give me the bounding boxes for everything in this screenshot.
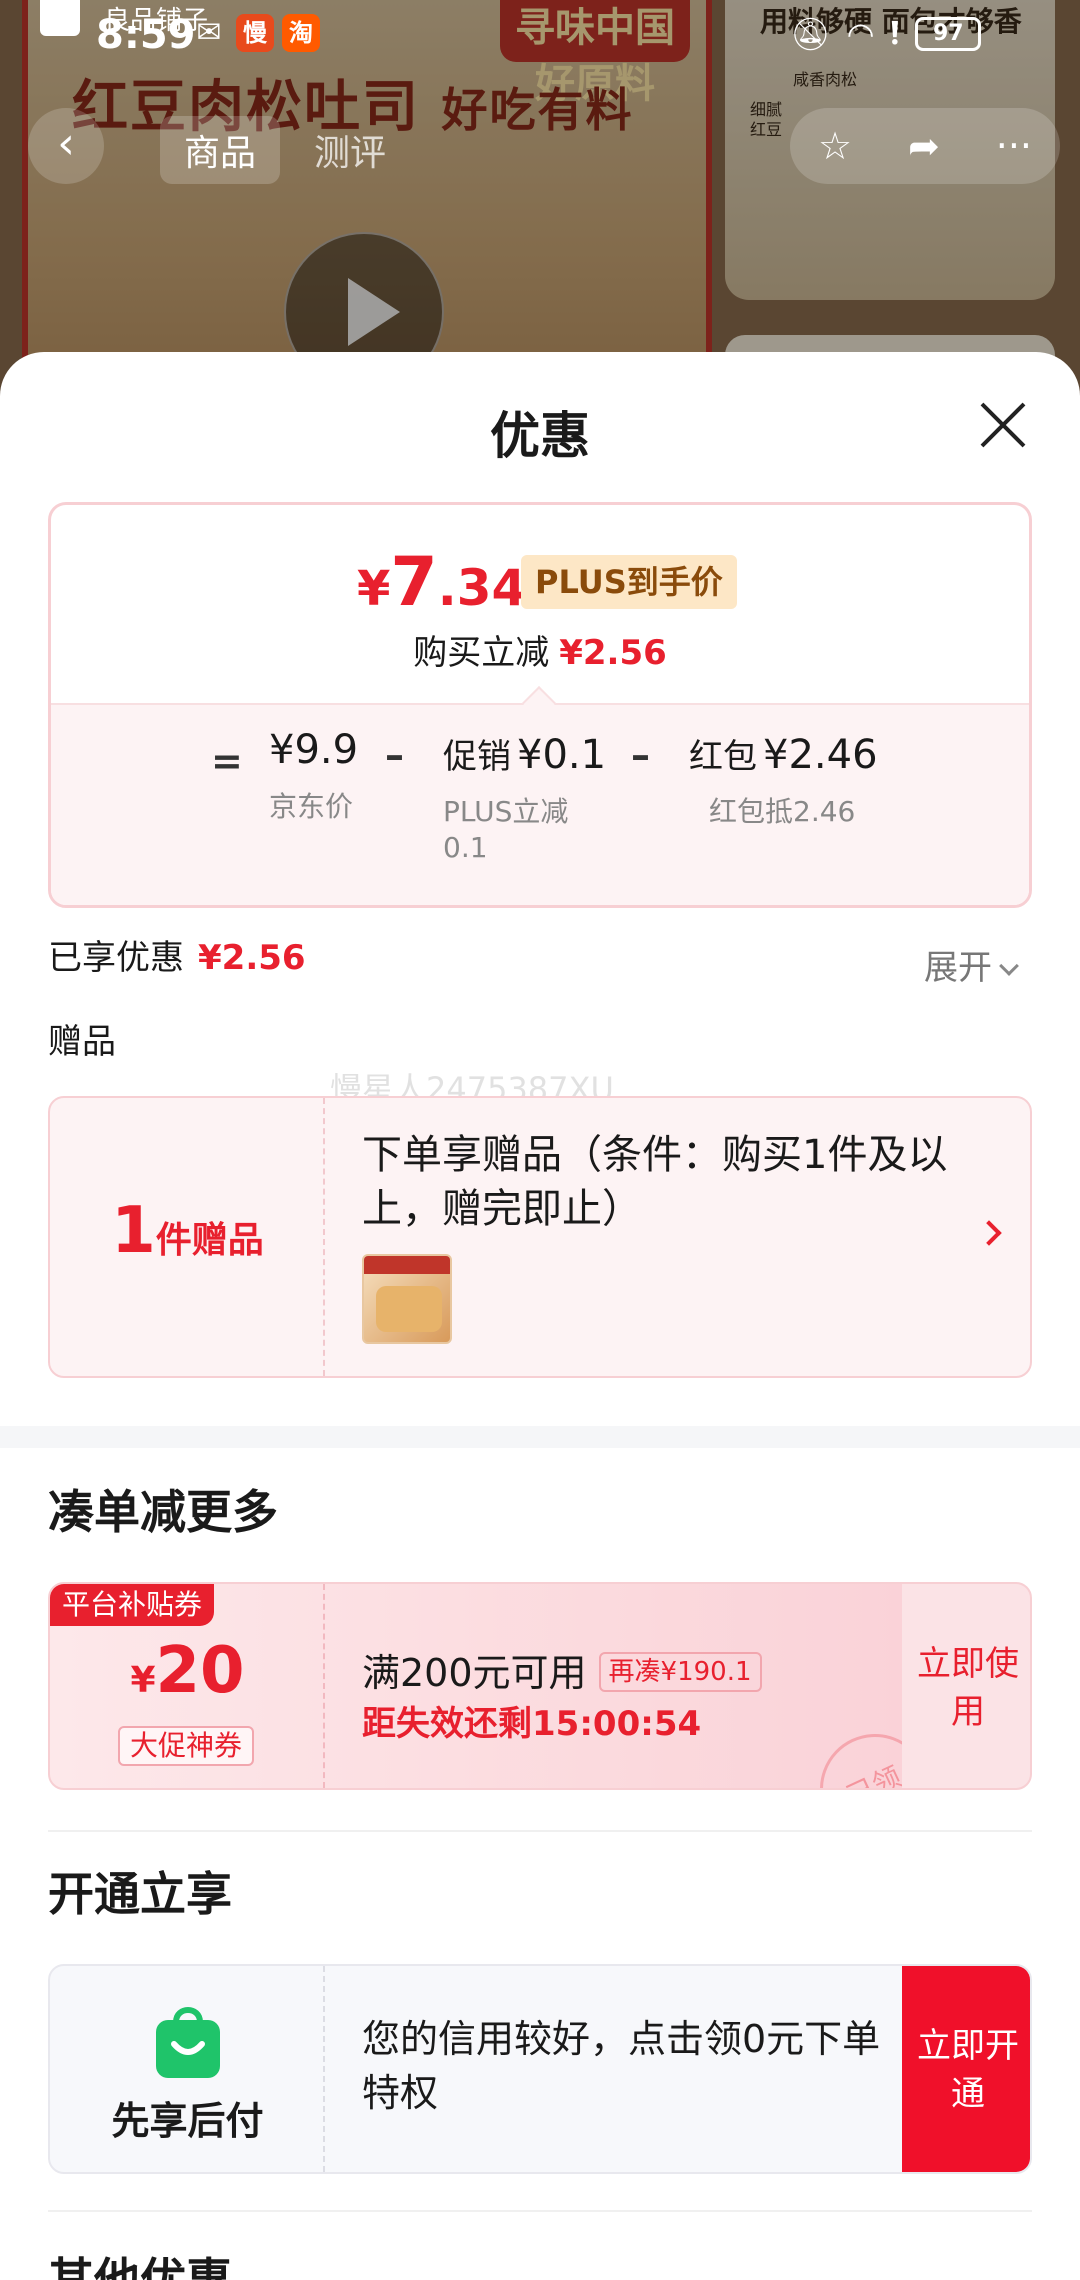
coupon-condition: 满200元可用 再凑¥190.1: [362, 1642, 762, 1697]
coupon-countdown: 距失效还剩15:00:54: [362, 1704, 702, 1744]
other-section-title: 其他优惠: [48, 2253, 232, 2280]
status-notification-icons: ✉ 慢 淘: [190, 14, 320, 52]
bnpl-name: 先享后付: [111, 2099, 264, 2143]
coupon-amount: ¥20: [130, 1634, 245, 1708]
alert-icon: ❗︎: [890, 14, 900, 52]
plus-price-badge: PLUS到手价: [521, 555, 737, 609]
bnpl-description: 您的信用较好，点击领0元下单特权: [362, 2017, 881, 2115]
battery-icon: 97: [915, 16, 982, 51]
final-price: ¥7.34: [357, 543, 527, 622]
more-icon[interactable]: ···: [996, 124, 1032, 168]
use-coupon-button[interactable]: 立即使用: [902, 1584, 1030, 1788]
status-bar: 8:59 ✉ 慢 淘 🔕︎ ◠ ❗︎ 97: [0, 0, 1080, 72]
back-button[interactable]: ‹: [28, 108, 104, 184]
status-system-icons: 🔕︎ ◠ ❗︎ 97: [790, 14, 982, 53]
discount-sheet: 优惠 ¥7.34 PLUS到手价 购买立减 ¥2.56 = ¥9.9 京东价 – …: [0, 352, 1080, 2280]
calc-promo: 促销 ¥0.1 PLUS立减0.1: [443, 732, 607, 864]
bnpl-card[interactable]: 先享后付 您的信用较好，点击领0元下单特权 立即开通: [48, 1964, 1032, 2174]
coupon-add-more-tag: 再凑¥190.1: [598, 1652, 762, 1692]
gift-condition-text: 下单享赠品（条件：购买1件及以上，赠完即止）: [362, 1132, 948, 1232]
chevron-right-icon: [976, 1220, 1002, 1246]
chevron-down-icon: [999, 956, 1019, 976]
gift-count: 1件赠品: [111, 1194, 264, 1268]
nav-action-group: ☆ ➦ ···: [790, 108, 1060, 184]
bell-muted-icon: 🔕︎: [790, 14, 831, 53]
favorite-star-icon[interactable]: ☆: [818, 124, 852, 168]
activate-bnpl-button[interactable]: 立即开通: [902, 1966, 1030, 2172]
wifi-icon: ◠: [846, 14, 875, 53]
gift-card[interactable]: 1件赠品 下单享赠品（条件：购买1件及以上，赠完即止）: [48, 1096, 1032, 1378]
coupon-type-tag: 大促神券: [118, 1726, 255, 1766]
shopping-bag-icon: [156, 2007, 220, 2078]
tab-product[interactable]: 商品: [160, 116, 281, 184]
bnpl-section-title: 开通立享: [48, 1867, 232, 1921]
tab-review[interactable]: 测评: [290, 116, 410, 184]
price-breakdown-card: ¥7.34 PLUS到手价 购买立减 ¥2.56 = ¥9.9 京东价 – 促销 ¥…: [48, 502, 1032, 908]
close-icon[interactable]: [976, 398, 1030, 452]
price-summary: ¥7.34 PLUS到手价 购买立减 ¥2.56: [51, 505, 1029, 703]
gift-thumbnail[interactable]: [362, 1254, 452, 1344]
wechat-icon: ✉: [196, 15, 222, 50]
enjoyed-discount: 已享优惠 ¥2.56: [48, 938, 306, 978]
taobao-icon: 淘: [282, 14, 320, 52]
product-tabs: 商品 测评: [160, 116, 410, 184]
app-man-icon: 慢: [236, 14, 274, 52]
equals-sign: =: [211, 739, 243, 783]
gift-count-panel: 1件赠品: [50, 1098, 325, 1376]
coupon-flag: 平台补贴券: [50, 1584, 215, 1626]
bnpl-brand-panel: 先享后付: [50, 1966, 325, 2172]
gift-section-title: 赠品: [48, 1022, 116, 1062]
sheet-title: 优惠: [490, 407, 590, 465]
minus-sign-2: –: [631, 733, 650, 777]
expand-button[interactable]: 展开: [924, 940, 1019, 989]
coupon-section-title: 凑单减更多: [48, 1485, 278, 1539]
calc-jd-price: ¥9.9 京东价: [269, 727, 359, 823]
coupon-card[interactable]: 平台补贴券 ¥20 大促神券 满200元可用 再凑¥190.1 距失效还剩15:0…: [48, 1582, 1032, 1790]
calc-redpack: 红包 ¥2.46 红包抵2.46: [689, 732, 878, 828]
instant-reduction: 购买立减 ¥2.56: [413, 633, 667, 673]
share-icon[interactable]: ➦: [908, 124, 940, 168]
coupon-amount-panel: 平台补贴券 ¥20 大促神券: [50, 1584, 325, 1788]
section-separator: [48, 2210, 1032, 2212]
status-time: 8:59: [96, 12, 196, 58]
price-calculation: = ¥9.9 京东价 – 促销 ¥0.1 PLUS立减0.1 – 红包 ¥2.46 …: [51, 703, 1029, 905]
section-separator: [48, 1830, 1032, 1832]
minus-sign-1: –: [385, 733, 404, 777]
section-divider: [0, 1426, 1080, 1448]
